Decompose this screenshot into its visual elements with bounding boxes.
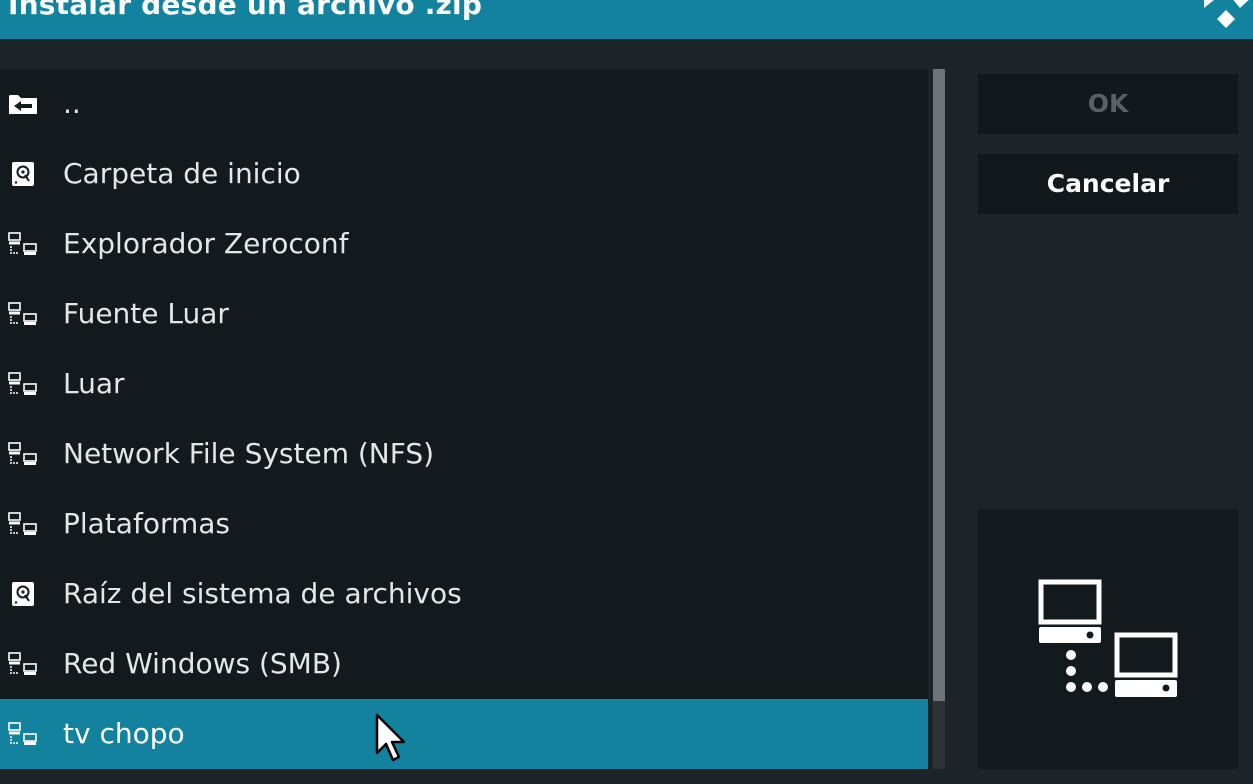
list-item-luar[interactable]: Luar xyxy=(0,349,928,419)
list-item-fuente-luar[interactable]: Fuente Luar xyxy=(0,279,928,349)
list-item-label: Explorador Zeroconf xyxy=(63,227,349,260)
list-item-label: Red Windows (SMB) xyxy=(63,647,342,680)
network-icon xyxy=(8,302,38,326)
list-item-home-folder[interactable]: Carpeta de inicio xyxy=(0,139,928,209)
network-icon xyxy=(8,442,38,466)
list-item-label: Fuente Luar xyxy=(63,297,229,330)
network-icon xyxy=(8,722,38,746)
list-item-label: Plataformas xyxy=(63,507,230,540)
list-item-label: Carpeta de inicio xyxy=(63,157,301,190)
kodi-logo-icon xyxy=(1204,0,1249,28)
list-item-smb[interactable]: Red Windows (SMB) xyxy=(0,629,928,699)
folder-back-icon xyxy=(8,92,38,116)
list-item-label: Luar xyxy=(63,367,125,400)
network-icon xyxy=(8,652,38,676)
network-computers-icon xyxy=(1038,579,1178,697)
mouse-pointer-icon xyxy=(375,713,406,762)
list-item-plataformas[interactable]: Plataformas xyxy=(0,489,928,559)
title-bar: Instalar desde un archivo .zip xyxy=(0,0,1253,39)
scrollbar-thumb[interactable] xyxy=(933,69,945,701)
network-icon xyxy=(8,232,38,256)
ok-button[interactable]: OK xyxy=(978,74,1238,134)
list-item-label: .. xyxy=(63,87,81,120)
list-item-zeroconf[interactable]: Explorador Zeroconf xyxy=(0,209,928,279)
dialog-title: Instalar desde un archivo .zip xyxy=(8,0,483,21)
list-item-label: Raíz del sistema de archivos xyxy=(63,577,462,610)
list-item-root-filesystem[interactable]: Raíz del sistema de archivos xyxy=(0,559,928,629)
file-list: .. Carpeta de inicio Explorador Zeroconf… xyxy=(0,69,928,769)
list-item-parent[interactable]: .. xyxy=(0,69,928,139)
hard-drive-icon xyxy=(8,162,38,186)
list-scrollbar[interactable] xyxy=(933,69,945,769)
list-item-label: tv chopo xyxy=(63,717,185,750)
item-preview-panel xyxy=(978,509,1238,769)
list-item-label: Network File System (NFS) xyxy=(63,437,435,470)
network-icon xyxy=(8,512,38,536)
network-icon xyxy=(8,372,38,396)
list-item-nfs[interactable]: Network File System (NFS) xyxy=(0,419,928,489)
cancel-button[interactable]: Cancelar xyxy=(978,154,1238,214)
hard-drive-icon xyxy=(8,582,38,606)
list-item-tv-chopo[interactable]: tv chopo xyxy=(0,699,928,769)
